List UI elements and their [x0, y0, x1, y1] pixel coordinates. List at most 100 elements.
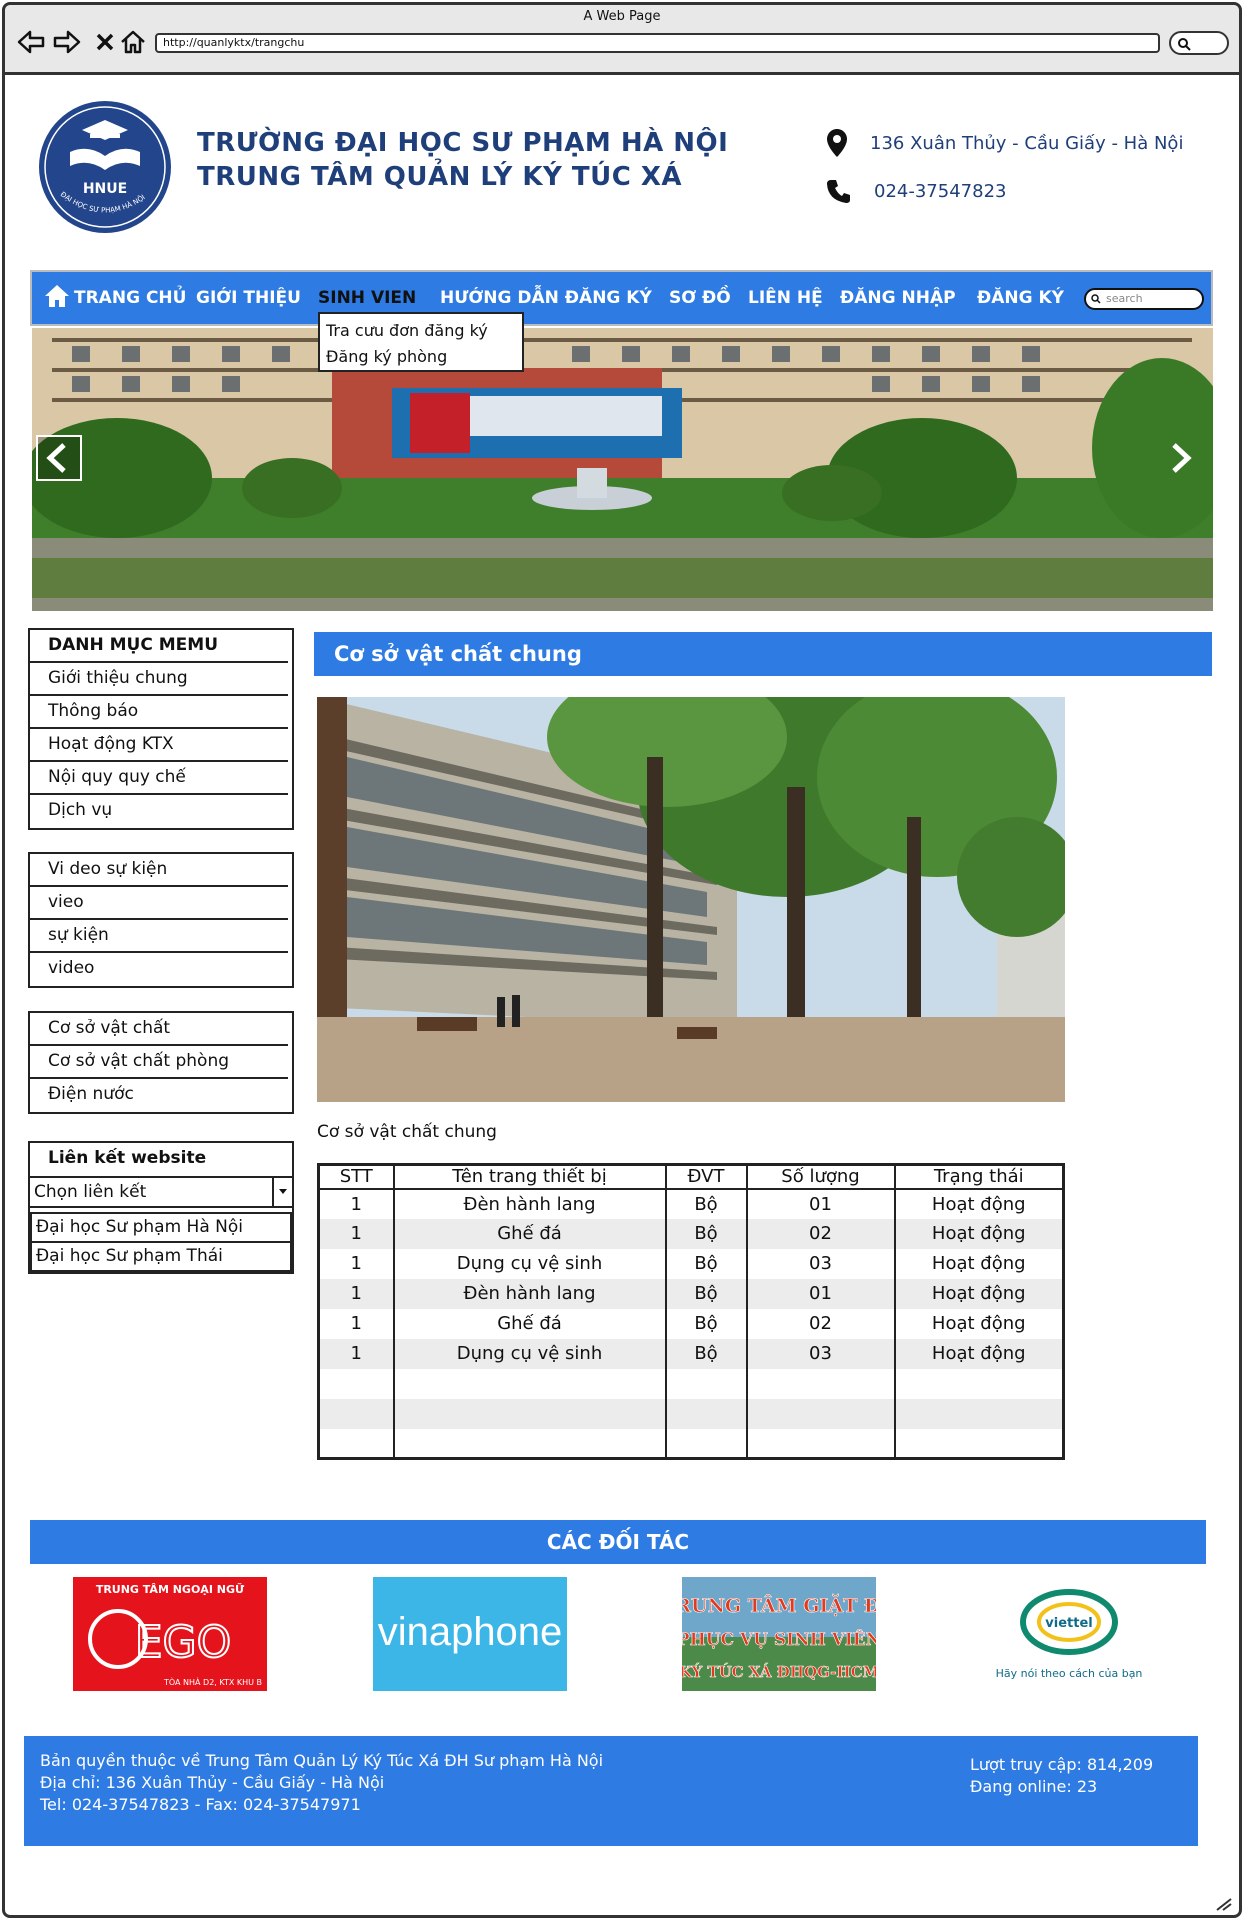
slider-prev-icon[interactable]: [36, 435, 82, 481]
table-row: [318, 1368, 1064, 1399]
viettel-logo[interactable]: viettel Hãy nói theo cách của bạn: [972, 1577, 1166, 1691]
sidebar-facilities-box: Cơ sở vật chất Cơ sở vật chất phòng Điện…: [28, 1011, 294, 1114]
sidebar-item-video-su-kien[interactable]: Vi deo sự kiện: [30, 854, 288, 887]
nav-trang-chu[interactable]: TRANG CHỦ: [74, 288, 186, 308]
home-icon[interactable]: [117, 27, 149, 57]
sidebar-item-video[interactable]: video: [30, 953, 288, 986]
nav-lien-he[interactable]: LIÊN HỆ: [748, 288, 823, 308]
home-nav-icon[interactable]: [44, 284, 70, 308]
sidebar-item-noi-quy[interactable]: Nội quy quy chế: [30, 762, 288, 795]
link-select-value: Chọn liên kết: [34, 1182, 147, 1202]
sidebar-item-gioi-thieu[interactable]: Giới thiệu chung: [30, 663, 288, 696]
vinaphone-logo[interactable]: vinaphone: [373, 1577, 567, 1691]
nav-gioi-thieu[interactable]: GIỚI THIỆU: [196, 288, 301, 308]
table-cell: [895, 1369, 1064, 1399]
viettel-brand: viettel: [1045, 1616, 1092, 1631]
table-cell: [393, 1368, 667, 1399]
table-cell: Đèn hành lang: [393, 1278, 667, 1309]
sidebar-item-co-so-phong[interactable]: Cơ sở vật chất phòng: [30, 1046, 288, 1079]
nav-sinh-vien[interactable]: SINH VIEN: [318, 288, 416, 308]
table-cell: 03: [746, 1338, 896, 1369]
sidebar-item-co-so-vat-chat[interactable]: Cơ sở vật chất: [30, 1013, 288, 1046]
table-cell: [665, 1368, 748, 1399]
table-cell: Ghế đá: [393, 1308, 667, 1339]
table-cell: Bộ: [665, 1218, 748, 1249]
nav-so-do[interactable]: SƠ ĐỒ: [669, 288, 731, 308]
url-bar[interactable]: http://quanlyktx/trangchu: [155, 33, 1160, 53]
chevron-down-icon: [279, 1189, 287, 1194]
table-cell: [895, 1429, 1064, 1459]
sidebar-links-box: Liên kết website Chọn liên kết Đại học S…: [28, 1141, 294, 1274]
table-cell: 1: [318, 1278, 395, 1309]
sidebar-item-thong-bao[interactable]: Thông báo: [30, 696, 288, 729]
table-row: [318, 1428, 1064, 1459]
table-row: [318, 1398, 1064, 1429]
link-select[interactable]: Chọn liên kết: [28, 1176, 294, 1208]
table-row: 1 Ghế đá Bộ 02 Hoạt động: [318, 1308, 1064, 1339]
search-icon: [1091, 294, 1101, 304]
footer-online: Đang online: 23: [970, 1777, 1098, 1796]
sidebar-item-dich-vu[interactable]: Dịch vụ: [30, 795, 288, 828]
address-text: 136 Xuân Thủy - Cầu Giấy - Hà Nội: [870, 132, 1184, 154]
table-cell: Bộ: [665, 1248, 748, 1279]
link-option-hnue[interactable]: Đại học Sư phạm Hà Nội: [32, 1214, 290, 1243]
equipment-table: STT Tên trang thiết bị ĐVT Số lượng Trạn…: [317, 1163, 1065, 1460]
sidebar-item-vieo[interactable]: vieo: [30, 887, 288, 920]
browser-search[interactable]: [1169, 31, 1229, 55]
giat-do-line2: PHỤC VỤ SINH VIÊN: [682, 1629, 876, 1650]
giat-do-line1: TRUNG TÂM GIẶT ĐỒ: [682, 1592, 876, 1617]
photo-caption: Cơ sở vật chất chung: [317, 1122, 497, 1142]
dropdown-item-tra-cuu[interactable]: Tra cưu đơn đăng ký: [326, 318, 516, 344]
table-header-row: STT Tên trang thiết bị ĐVT Số lượng Trạn…: [318, 1164, 1064, 1190]
nav-huong-dan-dang-ky[interactable]: HƯỚNG DẪN ĐĂNG KÝ: [440, 288, 652, 308]
sidebar-item-hoat-dong[interactable]: Hoạt động KTX: [30, 729, 288, 762]
table-cell: 1: [318, 1308, 395, 1339]
table-cell: 1: [318, 1188, 395, 1219]
table-cell: 03: [746, 1248, 896, 1279]
table-cell: [665, 1428, 748, 1459]
table-cell: Bộ: [665, 1188, 748, 1219]
col-trang-thai: Trạng thái: [894, 1164, 1064, 1190]
link-option-thai[interactable]: Đại học Sư phạm Thái: [32, 1243, 290, 1270]
table-cell: Đèn hành lang: [393, 1188, 667, 1219]
nav-search-input[interactable]: search: [1084, 288, 1204, 310]
sidebar-menu-heading: DANH MỤC MEMU: [30, 630, 288, 663]
nav-dang-nhap[interactable]: ĐĂNG NHẬP: [840, 288, 956, 308]
table-cell: 1: [318, 1338, 395, 1369]
table-cell: [746, 1398, 896, 1429]
sidebar-item-su-kien[interactable]: sự kiện: [30, 920, 288, 953]
table-cell: [894, 1398, 1064, 1429]
table-cell: [393, 1428, 667, 1459]
forward-icon[interactable]: [51, 27, 83, 57]
search-icon: [1178, 38, 1191, 51]
section-heading: Cơ sở vật chất chung: [314, 632, 1212, 676]
link-options: Đại học Sư phạm Hà Nội Đại học Sư phạm T…: [30, 1212, 292, 1272]
col-dvt: ĐVT: [665, 1164, 748, 1190]
table-row: 1 Đèn hành lang Bộ 01 Hoạt động: [318, 1278, 1064, 1309]
ego-sub-text: TÒA NHÀ D2, KTX KHU B: [163, 1676, 262, 1687]
giat-do-logo[interactable]: TRUNG TÂM GIẶT ĐỒ PHỤC VỤ SINH VIÊN KÝ T…: [682, 1577, 876, 1691]
table-cell: 01: [746, 1188, 896, 1219]
site-title-line2: TRUNG TÂM QUẢN LÝ KÝ TÚC XÁ: [197, 162, 683, 192]
table-cell: Hoạt động: [931, 1253, 1026, 1274]
table-cell: [746, 1428, 896, 1459]
table-cell: Hoạt động: [894, 1338, 1064, 1369]
slider-next-icon[interactable]: [1158, 435, 1204, 481]
nav-dang-ky[interactable]: ĐĂNG KÝ: [977, 288, 1064, 308]
contact-phone: 024-37547823: [826, 178, 1006, 204]
ego-logo[interactable]: TRUNG TÂM NGOẠI NGỮ EGO TÒA NHÀ D2, KTX …: [73, 1577, 267, 1691]
sinh-vien-dropdown: Tra cưu đơn đăng ký Đăng ký phòng: [318, 312, 524, 372]
dropdown-item-dang-ky-phong[interactable]: Đăng ký phòng: [326, 344, 516, 370]
resize-grip-icon[interactable]: [1213, 1897, 1233, 1911]
col-so-luong: Số lượng: [746, 1164, 896, 1190]
table-cell: [318, 1428, 395, 1459]
table-cell: Dụng cụ vệ sinh: [393, 1338, 667, 1369]
table-cell: Hoạt động: [894, 1278, 1064, 1309]
table-row: 1 Đèn hành lang Bộ 01 Hoạt động: [318, 1188, 1064, 1219]
table-cell: Hoạt động: [931, 1193, 1026, 1215]
hnue-logo[interactable]: HNUE ĐẠI HỌC SƯ PHẠM HÀ NỘI: [30, 100, 180, 235]
back-icon[interactable]: [15, 27, 47, 57]
table-cell: [393, 1398, 667, 1429]
sidebar-item-dien-nuoc[interactable]: Điện nước: [30, 1079, 288, 1112]
ego-top-text: TRUNG TÂM NGOẠI NGỮ: [96, 1583, 245, 1596]
